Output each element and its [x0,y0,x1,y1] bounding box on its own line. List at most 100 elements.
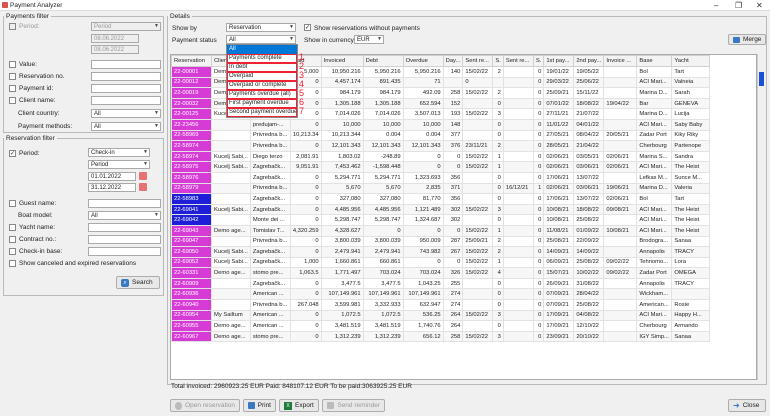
table-row[interactable]: 22-69052 Kucelj Sabi... Zagrebačk... 1,000 1… [171,256,711,269]
dropdown-option[interactable]: In debt 2 [227,62,304,72]
table-row[interactable]: 22-60940 Privredna b... 267.048 3,599.981 3,… [171,299,711,311]
search-button[interactable]: ⌕ Search [116,276,160,289]
yacht-name-checkbox[interactable] [9,224,16,231]
currency-select[interactable]: EUR ▼ [354,35,384,44]
contract-no-checkbox[interactable] [9,236,16,243]
dropdown-option[interactable]: Payments complete 1 [227,53,304,63]
payment-methods-select[interactable]: All ▼ [91,122,161,131]
column-header[interactable]: Debt [362,55,404,67]
payment-status-dropdown[interactable]: All Payments complete 1 In debt 2 Overpaid 3 Ov… [226,44,304,118]
checkin-base-input[interactable] [88,247,161,256]
table-row[interactable]: 22-58974 Privredna b... 0 12,101.343 12,101.… [171,140,711,152]
payment-id-checkbox[interactable] [9,85,16,92]
table-row[interactable]: 22-58974 Kucelj Sabi... Diego terzo 2,081.9… [171,150,711,163]
period-type-select[interactable]: Check-in ▼ [88,148,150,157]
print-button[interactable]: Print [243,399,276,412]
dropdown-option[interactable]: Overpaid or complete 4 [227,80,304,90]
period-checkbox[interactable] [9,23,16,30]
table-row[interactable]: 22-60936 American ... 0 107,149.961 107,149.… [171,288,711,301]
column-header[interactable]: Invoice ... [603,55,638,67]
column-header[interactable]: S. [492,55,504,67]
dropdown-option-label: Payments overdue (all) [229,91,291,97]
table-row[interactable]: 22-69041 Kucelj Sabi... Zagrebačk... 0 4,485… [171,203,711,216]
table-row[interactable]: 22-69047 Privredna b... 0 3,800.039 3,800.03… [171,235,711,248]
date-to-field[interactable]: 08.06.2022 [91,45,139,54]
table-cell: Annapolis [636,277,673,290]
column-header[interactable]: 2nd pay... [573,55,605,67]
close-button[interactable]: ➜ Close [728,399,766,412]
reservation-period-checkbox[interactable]: ✓ [9,150,16,157]
send-reminder-button[interactable]: Send reminder [322,399,385,412]
dropdown-option[interactable]: All [227,45,297,54]
table-row[interactable]: 22-58983 Zagrebačk... 0 327,080 327,080 81,77… [171,193,711,205]
client-name-checkbox[interactable] [9,97,16,104]
column-header[interactable]: Yacht [671,55,711,67]
reservation-no-checkbox[interactable] [9,73,16,80]
table-row[interactable]: 22-69043 Demo age... Tomislav T... 4,320.25… [171,224,711,237]
table-cell: Monte dei ... [249,214,291,226]
dropdown-option[interactable]: Overpaid 3 [227,71,304,81]
payment-status-select[interactable]: All ▼ [226,35,296,44]
guest-name-input[interactable] [88,199,161,208]
column-header[interactable]: 1st pay... [543,55,575,67]
table-cell: 0 [532,330,545,343]
show-canceled-checkbox[interactable] [9,260,16,267]
maximize-button[interactable]: ❐ [735,1,742,10]
table-row[interactable]: 22-60967 Demo age... stomo pre... 0 1,312.23… [171,330,711,343]
table-cell: 22-00125 [171,108,212,120]
column-header[interactable]: S. [532,55,545,67]
guest-name-checkbox[interactable] [9,200,16,207]
column-header[interactable]: Invoiced [320,55,364,67]
close-window-button[interactable]: ✕ [756,1,763,10]
table-cell [462,129,494,142]
boat-model-select[interactable]: All ▼ [88,211,161,220]
reservation-no-input[interactable] [91,72,161,81]
table-row[interactable]: 22-58969 Privredna b... 10,213.34 10,213.34… [171,129,711,142]
calendar-icon[interactable] [139,172,147,180]
export-button[interactable]: X Export [279,399,319,412]
column-header[interactable]: Overdue [402,55,444,67]
table-row[interactable]: 22-60909 Zagrebačk... 0 3,477.5 3,477.5 1,043… [171,277,711,290]
calendar-icon[interactable] [139,183,147,191]
table-row[interactable]: 22-60331 Demo age... stomo pre... 1,063.5 1,… [171,267,711,279]
table-row[interactable]: 22-23456 predujam-... 0 10,000 10,000 10,000 1… [171,118,711,131]
table-row[interactable]: 22-58979 Privredna b... 0 5,670 5,670 2,835 37… [171,182,711,195]
minimize-button[interactable]: – [714,1,718,10]
dropdown-option[interactable]: Payments overdue (all) 5 [227,89,304,99]
table-row[interactable]: 22-69050 Kucelj Sabi... Zagrebačk... 0 2,479… [171,246,711,258]
column-header[interactable]: Day... [442,55,464,67]
column-header[interactable]: Sent re... [502,55,534,67]
dropdown-option[interactable]: First payment overdue 6 [227,98,304,108]
column-header[interactable]: Sent re... [462,55,494,67]
column-header[interactable]: Reservation [171,55,212,67]
value-checkbox[interactable] [9,61,16,68]
checkin-base-checkbox[interactable] [9,248,16,255]
table-row[interactable]: 22-58975 Kucelj Sabi... Zagrebačk... 9,051.… [171,161,711,173]
scroll-thumb[interactable] [759,72,764,86]
reservation-period-select[interactable]: Period ▼ [88,160,150,169]
table-row[interactable]: 22-60954 My Sailtum American ... 0 1,072.5 1,… [171,309,711,322]
table-cell: 1 [492,161,504,173]
grid-scrollbar[interactable] [757,54,764,380]
show-by-select[interactable]: Reservation ▼ [226,23,296,32]
table-cell: -248.89 [362,150,404,163]
client-country-select[interactable]: All ▼ [91,109,161,118]
yacht-name-input[interactable] [88,223,161,232]
client-name-input[interactable] [91,96,161,105]
table-row[interactable]: 22-60955 Demo age... American ... 0 3,481.51… [171,320,711,332]
column-header[interactable]: Base [636,55,673,67]
show-without-payments-checkbox[interactable]: ✓ [304,24,311,31]
reservation-date-from[interactable]: 01.01.2022 [88,172,136,181]
period-select[interactable]: Period ▼ [91,22,161,31]
open-reservation-button[interactable]: Open reservation [170,399,240,412]
value-input[interactable] [91,60,161,69]
dropdown-option[interactable]: Second payment overdue 7 [227,107,304,117]
payment-id-input[interactable] [91,84,161,93]
table-row[interactable]: 22-69042 Monte dei ... 0 5,298.747 5,298.747… [171,214,711,226]
table-row[interactable]: 22-58976 Zagrebačk... 0 5,294.771 5,294.771 1… [171,171,711,184]
table-cell: American ... [249,320,291,332]
reservation-date-to[interactable]: 31.12.2022 [88,183,136,192]
merge-button[interactable]: Merge [728,34,767,45]
date-from-field[interactable]: 08.06.2022 [91,34,139,43]
contract-no-input[interactable] [88,235,161,244]
